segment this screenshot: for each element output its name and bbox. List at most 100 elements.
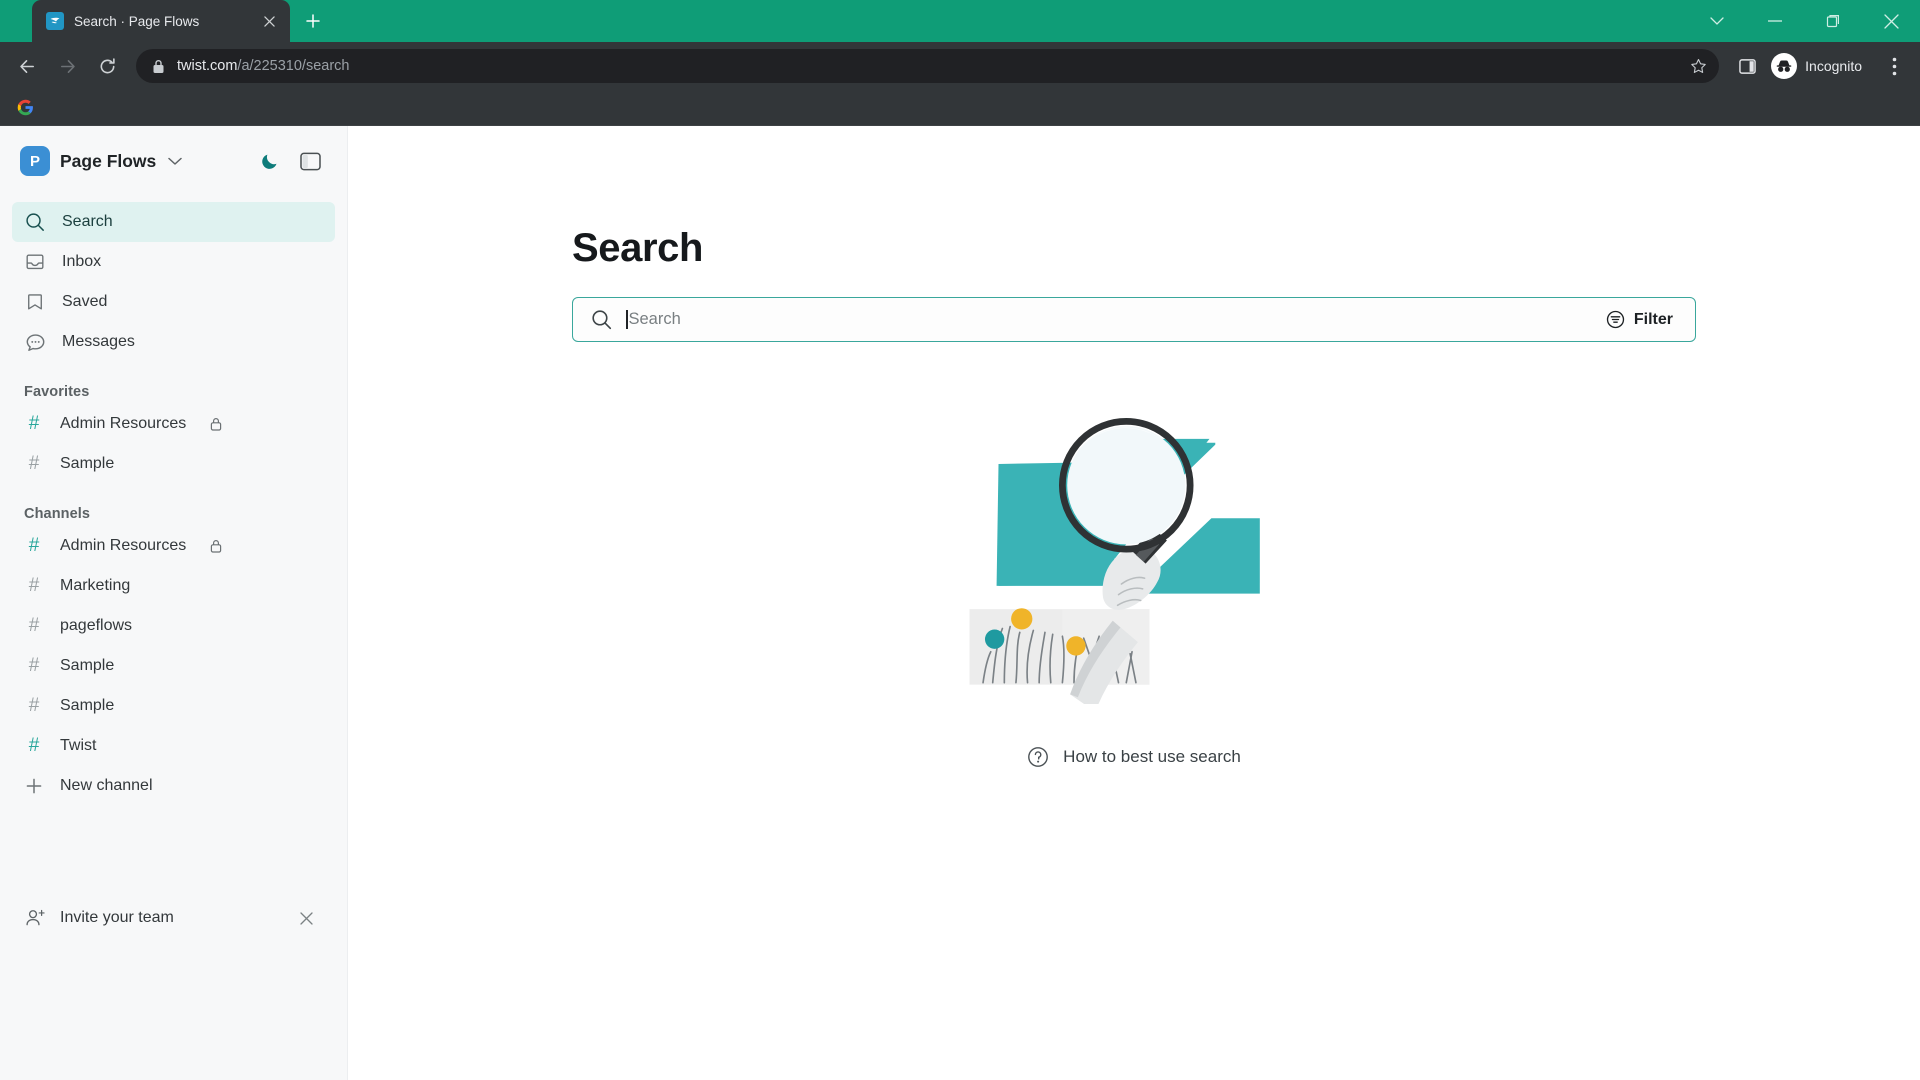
search-icon [591, 309, 612, 330]
moon-icon[interactable] [255, 146, 285, 176]
twist-icon [46, 12, 64, 30]
main-content: Search Search Filter How to best use sea… [348, 126, 1920, 1080]
maximize-icon[interactable] [1804, 0, 1862, 42]
question-circle-icon [1027, 746, 1049, 768]
profile-label: Incognito [1805, 58, 1862, 74]
filter-button[interactable]: Filter [1594, 303, 1685, 337]
forward-icon[interactable] [48, 47, 86, 85]
new-channel-button[interactable]: New channel [12, 766, 335, 806]
channel-label: Marketing [60, 577, 131, 594]
address-bar-text: twist.com/a/225310/search [177, 58, 1678, 74]
lock-icon [210, 417, 222, 431]
url-host: twist.com [177, 58, 238, 74]
channels-list: # Admin Resources # Marketing # pageflow… [0, 526, 347, 806]
workspace-avatar: P [20, 146, 50, 176]
three-dot-menu-icon[interactable] [1876, 48, 1912, 84]
workspace-name: Page Flows [60, 150, 157, 171]
invite-label: Invite your team [60, 909, 174, 926]
list-item[interactable]: # Sample [12, 444, 335, 484]
inbox-icon [24, 252, 46, 272]
tab-title: Search · Page Flows [74, 13, 200, 29]
add-person-icon [24, 908, 46, 928]
sidebar-item-search[interactable]: Search [12, 202, 335, 242]
search-bar[interactable]: Search Filter [572, 297, 1696, 342]
magnifying-glass-hand-illustration [572, 404, 1696, 704]
new-channel-label: New channel [60, 777, 153, 794]
how-to-use-search-link[interactable]: How to best use search [572, 746, 1696, 768]
sidebar-item-saved[interactable]: Saved [12, 282, 335, 322]
panel-toggle-icon[interactable] [295, 146, 325, 176]
chevron-down-icon[interactable] [1688, 0, 1746, 42]
tab-strip: Search · Page Flows [0, 0, 1920, 42]
page-title: Search [572, 226, 704, 270]
hash-icon: # [28, 695, 40, 716]
sidebar-item-inbox[interactable]: Inbox [12, 242, 335, 282]
search-input[interactable]: Search [626, 310, 1580, 329]
list-item[interactable]: # Marketing [12, 566, 335, 606]
channel-label: Twist [60, 737, 97, 754]
tab-close-icon[interactable] [258, 10, 280, 32]
sidebar-item-messages[interactable]: Messages [12, 322, 335, 362]
channel-label: Admin Resources [60, 537, 187, 554]
channel-label: pageflows [60, 617, 133, 634]
channel-label: Sample [60, 697, 115, 714]
list-item[interactable]: # Sample [12, 646, 335, 686]
filter-icon [1606, 310, 1625, 329]
google-icon[interactable] [12, 95, 38, 121]
sidebar-item-label: Inbox [62, 253, 102, 270]
channel-label: Sample [60, 455, 115, 472]
profile-chip[interactable]: Incognito [1767, 49, 1874, 83]
bookmarks-bar [0, 90, 1920, 126]
lock-icon [152, 59, 165, 74]
sidebar-item-label: Saved [62, 293, 108, 310]
address-bar[interactable]: twist.com/a/225310/search [136, 49, 1720, 83]
hash-icon: # [28, 575, 40, 596]
list-item[interactable]: # pageflows [12, 606, 335, 646]
sidebar: P Page Flows Search Inbox Saved Messages… [0, 126, 348, 1080]
hash-icon: # [28, 655, 40, 676]
page-content: P Page Flows Search Inbox Saved Messages… [0, 126, 1920, 1080]
star-icon[interactable] [1690, 58, 1707, 75]
channel-label: Admin Resources [60, 415, 187, 432]
list-item[interactable]: # Admin Resources [12, 526, 335, 566]
bookmark-icon [24, 292, 46, 312]
favorites-list: # Admin Resources # Sample [0, 404, 347, 484]
text-cursor [626, 310, 628, 329]
new-tab-button[interactable] [296, 4, 330, 38]
search-icon [24, 212, 46, 232]
sidebar-item-label: Messages [62, 333, 135, 350]
browser-window: Search · Page Flows twist.com/a/225310/s… [0, 0, 1920, 1080]
search-placeholder: Search [628, 310, 681, 328]
window-controls [1688, 0, 1920, 42]
browser-tab[interactable]: Search · Page Flows [32, 0, 290, 42]
sidebar-item-label: Search [62, 213, 113, 230]
close-icon[interactable] [300, 911, 323, 925]
incognito-icon [1771, 53, 1798, 79]
hash-icon: # [28, 453, 40, 474]
help-label: How to best use search [1063, 747, 1241, 766]
hash-icon: # [28, 735, 40, 756]
channels-section-title: Channels [24, 506, 91, 522]
hash-icon: # [28, 615, 40, 636]
url-path: /a/225310/search [237, 58, 350, 74]
lock-icon [210, 539, 222, 553]
plus-icon [24, 778, 44, 794]
close-icon[interactable] [1862, 0, 1920, 42]
hash-icon: # [28, 535, 40, 556]
channel-label: Sample [60, 657, 115, 674]
chevron-down-icon[interactable] [168, 157, 183, 166]
hash-icon: # [28, 413, 40, 434]
invite-your-team[interactable]: Invite your team [12, 896, 335, 940]
list-item[interactable]: # Admin Resources [12, 404, 335, 444]
back-icon[interactable] [8, 47, 46, 85]
filter-label: Filter [1633, 310, 1673, 328]
list-item[interactable]: # Sample [12, 686, 335, 726]
browser-toolbar: twist.com/a/225310/search Incognito [0, 42, 1920, 90]
reload-icon[interactable] [88, 47, 126, 85]
favorites-section-title: Favorites [24, 384, 90, 400]
workspace-header: P Page Flows [0, 126, 347, 196]
messages-icon [24, 332, 46, 353]
minimize-icon[interactable] [1746, 0, 1804, 42]
list-item[interactable]: # Twist [12, 726, 335, 766]
side-panel-icon[interactable] [1729, 48, 1765, 84]
